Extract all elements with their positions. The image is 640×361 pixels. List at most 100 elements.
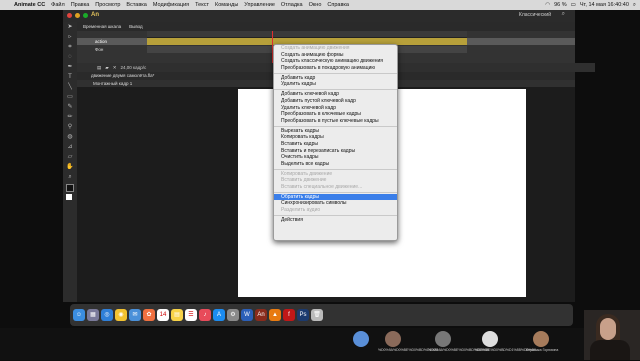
chrome-icon[interactable]: ◉ (115, 309, 127, 321)
photos-icon[interactable]: ✿ (143, 309, 155, 321)
safari-icon[interactable]: ◎ (101, 309, 113, 321)
menu-control[interactable]: Управление (244, 2, 275, 8)
mac-dock: ☺ ▦ ◎ ◉ ✉ ✿ 14 ▤ ☰ ♪ A ⚙ W An ▲ f Ps 🗑 (70, 304, 573, 326)
workspace-selector[interactable]: Классический (519, 12, 551, 18)
menu-file[interactable]: Файл (51, 2, 65, 8)
participant-name: %D0%9A%D0%BE%D0%BD%D0%B9... (428, 348, 492, 352)
participant-tile[interactable]: %D0%9A%D0%BE%D0%BD%D0%B9... (428, 331, 492, 361)
participant-tile[interactable] (346, 331, 376, 361)
finder-icon[interactable]: ☺ (73, 309, 85, 321)
menu-view[interactable]: Просмотр (95, 2, 120, 8)
menu-text[interactable]: Текст (195, 2, 209, 8)
context-menu-item[interactable]: Преобразовать в ключевые кадры (274, 111, 397, 118)
zoom-tool-icon[interactable]: ⌕ (65, 173, 75, 182)
context-menu-item[interactable]: Действия (274, 217, 397, 224)
maximize-icon[interactable] (83, 13, 88, 18)
context-menu-item[interactable]: Очистить кадры (274, 154, 397, 161)
menu-separator (274, 72, 397, 74)
search-icon[interactable]: ⌕ (562, 11, 565, 18)
timeline-ruler[interactable] (147, 31, 467, 38)
context-menu-item[interactable]: Создать классическую анимацию движения (274, 58, 397, 65)
paint-bucket-icon[interactable]: ◍ (65, 133, 75, 142)
trash-icon[interactable]: 🗑 (311, 309, 323, 321)
new-layer-icon[interactable]: ▤ (97, 65, 101, 71)
rectangle-tool-icon[interactable]: ▭ (65, 93, 75, 102)
context-menu-item[interactable]: Удалить кадры (274, 81, 397, 88)
tab-timeline[interactable]: Временная шкала (83, 24, 121, 29)
avatar (385, 331, 401, 347)
settings-icon[interactable]: ⚙ (227, 309, 239, 321)
fps-label: 24,00 кадр/с (120, 65, 147, 70)
word-icon[interactable]: W (241, 309, 253, 321)
pen-icon[interactable]: ✒ (65, 63, 75, 72)
participant-name: %D0%9A%D0%BE%D0%BD%D1%81... (378, 348, 442, 352)
battery-icon[interactable]: ▭ (571, 2, 576, 8)
close-icon[interactable] (67, 13, 72, 18)
menu-debug[interactable]: Отладка (281, 2, 303, 8)
free-transform-icon[interactable]: ⌗ (65, 43, 75, 52)
context-menu-item[interactable]: Добавить ключевой кадр (274, 91, 397, 98)
participant-tile[interactable]: %D0%BE%D0%BD%D1%8B%D0%B0... (475, 331, 539, 361)
wifi-icon[interactable]: ◠ (545, 2, 550, 8)
battery-label: 96 % (554, 2, 567, 8)
context-menu-item[interactable]: Выделить все кадры (274, 161, 397, 168)
delete-icon[interactable]: ✕ (113, 65, 117, 71)
lasso-icon[interactable]: ◌ (65, 53, 75, 62)
context-menu-item[interactable]: Создать анимацию формы (274, 52, 397, 59)
animate-icon[interactable]: An (255, 309, 267, 321)
flash-icon[interactable]: f (283, 309, 295, 321)
context-menu-item[interactable]: Вставить кадры (274, 141, 397, 148)
context-menu-item[interactable]: Преобразовать в пустые ключевые кадры (274, 118, 397, 125)
clock-label[interactable]: Чт, 14 мая 16:40:40 (580, 2, 629, 8)
reminders-icon[interactable]: ☰ (185, 309, 197, 321)
minimize-icon[interactable] (75, 13, 80, 18)
participant-tile[interactable]: Вероника Горюхина (526, 331, 558, 361)
context-menu-item[interactable]: Копировать кадры (274, 134, 397, 141)
menu-separator (274, 214, 397, 216)
selection-tool-icon[interactable]: ➤ (65, 23, 75, 32)
context-menu-item: Создать анимацию движения (281, 45, 350, 51)
music-icon[interactable]: ♪ (199, 309, 211, 321)
context-menu-item[interactable]: Синхронизировать символы (274, 200, 397, 207)
menu-help[interactable]: Справка (327, 2, 349, 8)
eraser-icon[interactable]: ▱ (65, 153, 75, 162)
calendar-icon[interactable]: 14 (157, 309, 169, 321)
subselection-tool-icon[interactable]: ▹ (65, 33, 75, 42)
appstore-icon[interactable]: A (213, 309, 225, 321)
menu-commands[interactable]: Команды (215, 2, 238, 8)
fill-color-swatch[interactable] (66, 194, 72, 200)
menu-app-name[interactable]: Animate CC (14, 2, 45, 8)
line-tool-icon[interactable]: ╲ (65, 83, 75, 92)
tab-output[interactable]: Вывод (129, 24, 143, 29)
context-menu-item[interactable]: Удалить ключевой кадр (274, 105, 397, 112)
context-menu-item: Разделить аудио (281, 207, 321, 214)
menu-modify[interactable]: Модификация (153, 2, 189, 8)
brush-icon[interactable]: ✏ (65, 113, 75, 122)
scene-label[interactable]: Монтажный кадр 1 (93, 81, 132, 86)
context-menu-item[interactable]: Вырезать кадры (274, 128, 397, 135)
hand-tool-icon[interactable]: ✋ (65, 163, 75, 172)
stroke-color-swatch[interactable] (66, 184, 74, 192)
folder-icon[interactable]: ▰ (105, 65, 108, 71)
pencil-icon[interactable]: ✎ (65, 103, 75, 112)
participant-tile[interactable]: %D0%9A%D0%BE%D0%BD%D1%81... (378, 331, 442, 361)
menu-insert[interactable]: Вставка (126, 2, 146, 8)
menu-window[interactable]: Окно (309, 2, 322, 8)
mail-icon[interactable]: ✉ (129, 309, 141, 321)
avatar (435, 331, 451, 347)
context-menu-item[interactable]: Добавить пустой ключевой кадр (274, 98, 397, 105)
photoshop-icon[interactable]: Ps (297, 309, 309, 321)
bone-tool-icon[interactable]: ⚲ (65, 123, 75, 132)
layer-name: action (95, 39, 108, 44)
notes-icon[interactable]: ▤ (171, 309, 183, 321)
context-menu-item[interactable]: Преобразовать в покадровую анимацию (274, 65, 397, 72)
context-menu-item[interactable]: Обратить кадры (274, 193, 397, 201)
eyedropper-icon[interactable]: ⊿ (65, 143, 75, 152)
search-icon[interactable]: ⌕ (633, 2, 636, 9)
menu-edit[interactable]: Правка (71, 2, 90, 8)
text-tool-icon[interactable]: T (65, 73, 75, 82)
launchpad-icon[interactable]: ▦ (87, 309, 99, 321)
context-menu-item[interactable]: Добавить кадр (274, 75, 397, 82)
context-menu-item[interactable]: Вставить и перезаписать кадры (274, 148, 397, 155)
vlc-icon[interactable]: ▲ (269, 309, 281, 321)
